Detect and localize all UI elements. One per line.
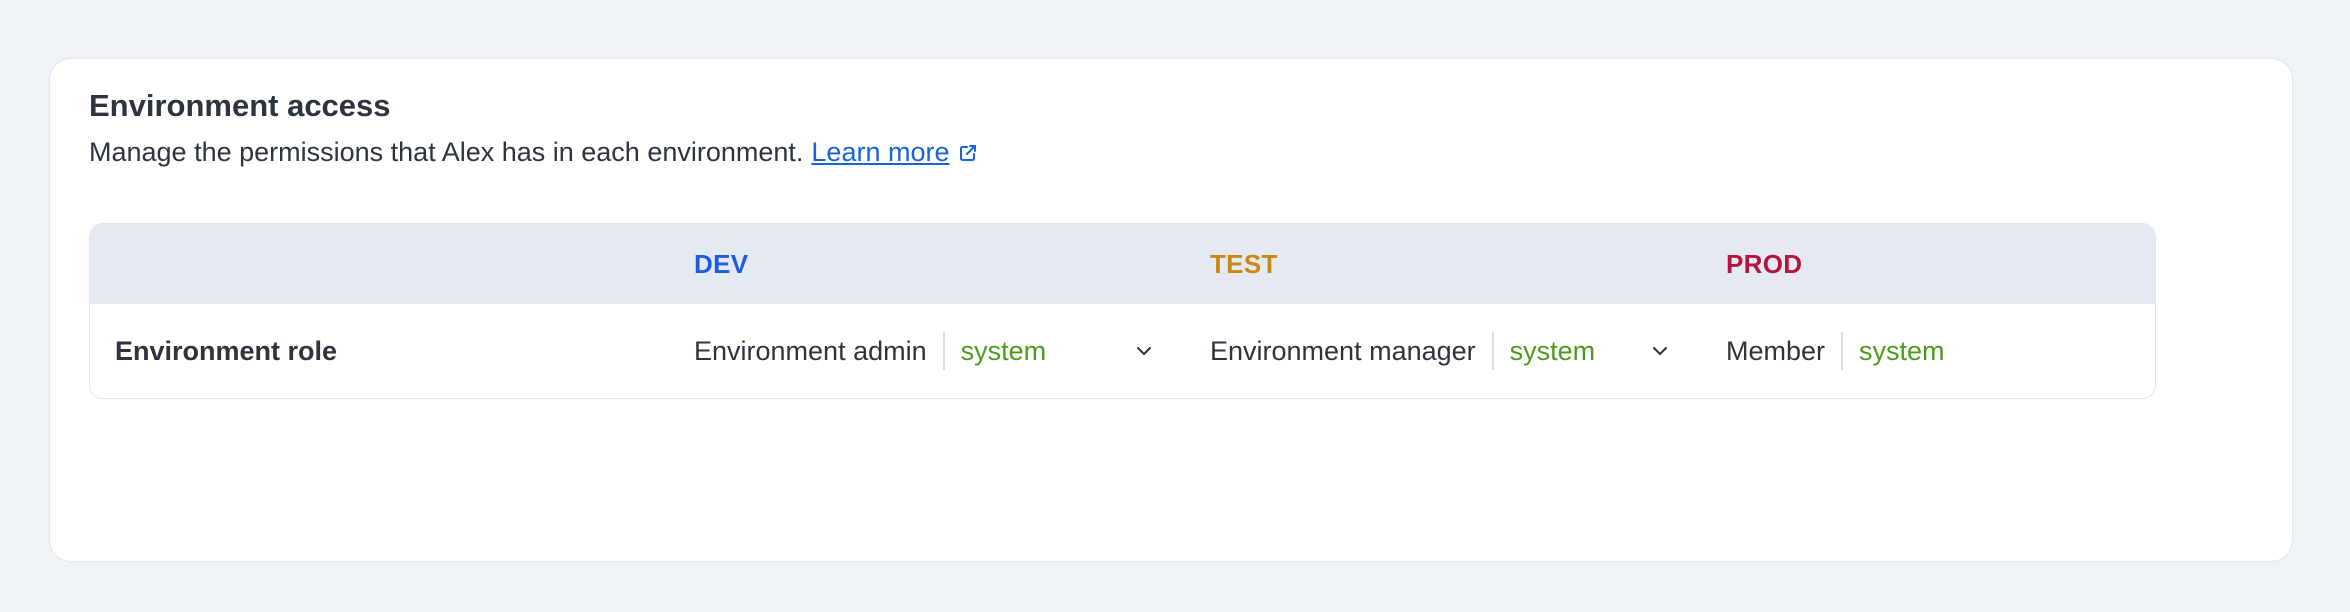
chevron-down-icon[interactable] bbox=[1134, 341, 1154, 361]
column-header-dev: DEV bbox=[694, 249, 749, 279]
role-name: Environment manager bbox=[1210, 335, 1476, 366]
test-role-select[interactable]: Environment manager system bbox=[1210, 304, 1670, 398]
column-header-prod: PROD bbox=[1726, 249, 1803, 279]
section-description: Manage the permissions that Alex has in … bbox=[89, 137, 978, 168]
description-text: Manage the permissions that Alex has in … bbox=[89, 137, 804, 167]
learn-more-link[interactable]: Learn more bbox=[811, 137, 949, 168]
role-name: Environment admin bbox=[694, 335, 927, 366]
dev-role-select[interactable]: Environment admin system bbox=[694, 304, 1154, 398]
divider bbox=[1841, 332, 1844, 370]
row-label-environment-role: Environment role bbox=[115, 336, 338, 366]
role-source: system bbox=[960, 335, 1047, 366]
role-source: system bbox=[1509, 335, 1596, 366]
divider bbox=[1491, 332, 1494, 370]
column-header-test: TEST bbox=[1210, 249, 1278, 279]
table-header: DEV TEST PROD bbox=[90, 224, 2155, 304]
chevron-down-icon[interactable] bbox=[1650, 341, 1670, 361]
role-name: Member bbox=[1726, 335, 1826, 366]
section-title: Environment access bbox=[89, 88, 391, 123]
role-source: system bbox=[1859, 335, 1945, 366]
environment-role-table: DEV TEST PROD Environment role Environme… bbox=[89, 223, 2156, 399]
divider bbox=[942, 332, 945, 370]
external-link-icon[interactable] bbox=[958, 143, 978, 163]
prod-role-select[interactable]: Member system bbox=[1726, 304, 2155, 398]
